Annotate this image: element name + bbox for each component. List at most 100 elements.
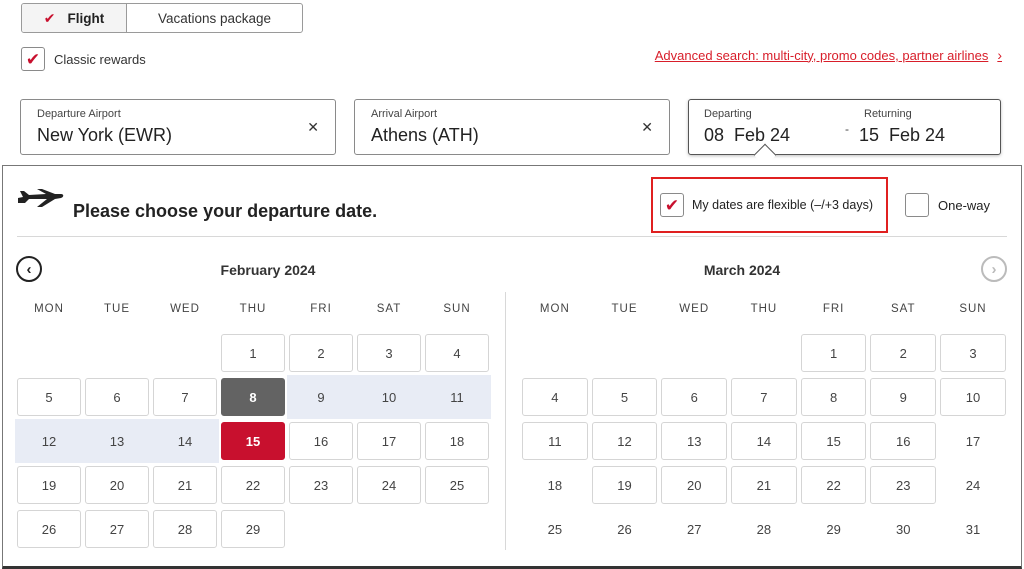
calendar-day[interactable]: 29 [221,510,285,548]
calendar-day[interactable]: 27 [85,510,149,548]
calendar-day[interactable]: 7 [731,378,797,416]
calendar-day[interactable]: 6 [661,378,728,416]
calendar-day-cell: 30 [868,507,938,551]
calendar-day-cell: 10 [355,375,423,419]
calendar-day[interactable]: 14 [153,422,217,460]
calendar-day[interactable]: 19 [17,466,81,504]
calendar-day[interactable]: 25 [425,466,489,504]
calendar-day[interactable]: 28 [731,510,797,548]
calendar-day[interactable]: 7 [153,378,217,416]
calendar-day[interactable]: 31 [940,510,1006,548]
calendar-day[interactable]: 17 [357,422,421,460]
arrival-airport-value: Athens (ATH) [371,125,479,145]
calendar-day[interactable]: 28 [153,510,217,548]
calendar-day[interactable]: 9 [870,378,937,416]
calendar-day-cell: 16 [287,419,355,463]
calendar-day[interactable]: 17 [940,422,1006,460]
calendar-day[interactable]: 23 [289,466,353,504]
calendar-day[interactable]: 27 [661,510,727,548]
flexible-dates-option[interactable]: ✔ My dates are flexible (–/+3 days) [651,177,888,233]
calendar-day[interactable]: 22 [800,466,867,504]
calendar-day[interactable]: 9 [289,378,353,416]
calendar-day[interactable]: 25 [522,510,588,548]
calendar-day-cell: 28 [729,507,799,551]
calendar-day[interactable]: 24 [940,466,1006,504]
calendar-day[interactable]: 21 [731,466,797,504]
calendar-day[interactable]: 2 [289,334,353,372]
calendar-empty-cell [423,507,491,551]
weekday-header-row: MON TUE WED THU FRI SAT SUN [520,303,1008,327]
returning-value: 15 Feb 24 [859,125,946,145]
returning-date[interactable]: Returning 15 Feb 24 [859,108,945,146]
calendar-day[interactable]: 16 [870,422,937,460]
calendar-day[interactable]: 3 [940,334,1006,372]
calendar-day[interactable]: 26 [17,510,81,548]
calendar-day[interactable]: 21 [153,466,217,504]
calendar-day[interactable]: 1 [221,334,285,372]
calendar-day[interactable]: 23 [870,466,937,504]
arrival-airport-field[interactable]: Arrival Airport Athens (ATH) ✕ [354,99,670,155]
calendar-day[interactable]: 5 [17,378,81,416]
calendar-day[interactable]: 18 [522,466,588,504]
calendar-day-cell: 6 [83,375,151,419]
calendar-day[interactable]: 4 [425,334,489,372]
calendar-day[interactable]: 15 [800,422,867,460]
one-way-option[interactable]: One-way [905,193,990,217]
calendar-day[interactable]: 3 [357,334,421,372]
calendar-day[interactable]: 18 [425,422,489,460]
calendar-day[interactable]: 11 [522,422,588,460]
departing-date[interactable]: Departing 08 Feb 24 [704,108,790,146]
calendar-day[interactable]: 22 [221,466,285,504]
weekday-label: WED [679,303,710,315]
calendar-day[interactable]: 12 [591,422,658,460]
calendar-day[interactable]: 6 [85,378,149,416]
calendar-day[interactable]: 11 [425,378,489,416]
close-icon[interactable]: ✕ [641,119,653,136]
calendar-day[interactable]: 19 [591,466,658,504]
advanced-search-link[interactable]: Advanced search: multi-city, promo codes… [655,47,1002,63]
arrival-airport-label: Arrival Airport [371,108,438,120]
calendar-day[interactable]: 8 [800,378,867,416]
calendar-week-row: 4 5 6 7 8 9 10 [520,375,1008,419]
classic-rewards-checkbox[interactable]: ✔ [21,47,45,71]
weekday-label: TUE [611,303,638,315]
close-icon[interactable]: ✕ [307,119,319,136]
selected-departure-day[interactable]: 8 [221,378,285,416]
calendar-day[interactable]: 16 [289,422,353,460]
tab-vacations-package[interactable]: Vacations package [127,4,302,32]
calendar-day[interactable]: 2 [870,334,937,372]
calendar-day[interactable]: 1 [800,334,867,372]
calendar-day[interactable]: 24 [357,466,421,504]
weekday-label: TUE [104,303,130,315]
tab-flight[interactable]: ✔ Flight [22,4,127,32]
month-divider [505,292,506,550]
dropdown-pointer [753,143,777,167]
calendar-day[interactable]: 14 [731,422,797,460]
calendar-day[interactable]: 20 [661,466,728,504]
calendar-day[interactable]: 13 [85,422,149,460]
travel-dates-field[interactable]: Departing 08 Feb 24 - Returning 15 Feb 2… [688,99,1001,167]
calendar-day[interactable]: 10 [357,378,421,416]
calendar-day[interactable]: 13 [661,422,728,460]
calendar-day-cell: 3 [938,331,1008,375]
calendar-day[interactable]: 20 [85,466,149,504]
calendar-day[interactable]: 29 [801,510,867,548]
departure-airport-label: Departure Airport [37,108,121,120]
calendar-day[interactable]: 4 [522,378,588,416]
calendar-day[interactable]: 5 [591,378,658,416]
flexible-dates-checkbox[interactable]: ✔ [660,193,684,217]
calendar-day[interactable]: 10 [940,378,1006,416]
calendar-day[interactable]: 12 [17,422,81,460]
calendar-day-cell: 28 [151,507,219,551]
departure-airport-field[interactable]: Departure Airport New York (EWR) ✕ [20,99,336,155]
weekday-label: SUN [443,303,471,315]
previous-month-button[interactable]: ‹ [16,256,42,282]
calendar-day[interactable]: 26 [592,510,658,548]
selected-return-day[interactable]: 15 [221,422,285,460]
calendar-day-cell: 9 [287,375,355,419]
one-way-checkbox[interactable] [905,193,929,217]
calendar-day[interactable]: 30 [870,510,936,548]
departing-label: Departing [704,108,752,120]
empty-day [661,334,727,372]
next-month-button[interactable]: › [981,256,1007,282]
